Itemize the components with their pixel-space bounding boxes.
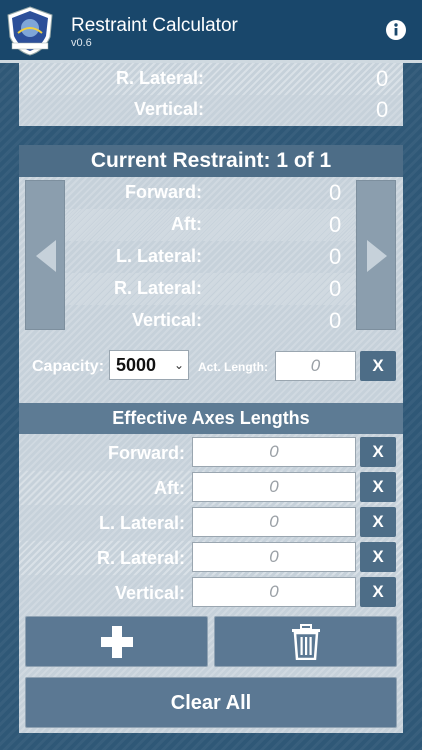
add-restraint-button[interactable] — [25, 616, 208, 667]
clear-all-label: Clear All — [170, 692, 252, 714]
act-length-clear-button[interactable]: X — [360, 351, 396, 381]
capacity-label: Capacity: — [32, 358, 105, 375]
trash-icon — [292, 624, 320, 660]
info-icon[interactable] — [386, 20, 406, 40]
current-restraint-panel: Current Restraint: 1 of 1 Forward: 0 Aft… — [19, 145, 403, 733]
axes-row-aft: Aft: 0 X — [19, 471, 403, 505]
effective-axes-header: Effective Axes Lengths — [19, 403, 403, 434]
app-title: Restraint Calculator — [71, 15, 238, 36]
axes-vertical-input[interactable]: 0 — [192, 577, 356, 607]
axes-r-lateral-input[interactable]: 0 — [192, 542, 356, 572]
axes-row-vertical: Vertical: 0 X — [19, 576, 403, 610]
axes-l-lateral-clear-button[interactable]: X — [360, 507, 396, 537]
current-row-l-lateral: L. Lateral: 0 — [115, 244, 342, 269]
axes-row-forward: Forward: 0 X — [19, 436, 403, 470]
clear-all-button[interactable]: Clear All — [25, 677, 397, 728]
summary-panel: R. Lateral: 0 Vertical: 0 — [19, 63, 403, 126]
current-row-vertical: Vertical: 0 — [131, 308, 342, 333]
plus-icon — [101, 626, 133, 658]
act-length-input[interactable]: 0 — [275, 351, 356, 381]
axes-vertical-clear-button[interactable]: X — [360, 577, 396, 607]
command-logo-icon — [7, 6, 53, 56]
app-version: v0.6 — [71, 37, 92, 49]
left-arrow-icon — [36, 240, 56, 272]
capacity-select[interactable]: 5000 ⌄ — [109, 350, 189, 380]
axes-l-lateral-input[interactable]: 0 — [192, 507, 356, 537]
chevron-down-icon: ⌄ — [173, 358, 184, 372]
axes-row-l-lateral: L. Lateral: 0 X — [19, 506, 403, 540]
axes-forward-clear-button[interactable]: X — [360, 437, 396, 467]
axes-forward-input[interactable]: 0 — [192, 437, 356, 467]
capacity-value: 5000 — [116, 355, 157, 375]
next-restraint-button[interactable] — [356, 180, 396, 330]
right-arrow-icon — [367, 240, 387, 272]
axes-aft-clear-button[interactable]: X — [360, 472, 396, 502]
previous-restraint-button[interactable] — [25, 180, 65, 330]
current-restraint-header: Current Restraint: 1 of 1 — [19, 145, 403, 177]
summary-row-r-lateral: R. Lateral: 0 — [19, 63, 403, 95]
axes-r-lateral-clear-button[interactable]: X — [360, 542, 396, 572]
current-row-forward: Forward: 0 — [124, 180, 342, 205]
axes-row-r-lateral: R. Lateral: 0 X — [19, 541, 403, 575]
app-bar: Restraint Calculator v0.6 — [0, 0, 422, 60]
act-length-label: Act. Length: — [198, 360, 268, 374]
axes-aft-input[interactable]: 0 — [192, 472, 356, 502]
delete-restraint-button[interactable] — [214, 616, 397, 667]
current-row-aft: Aft: 0 — [65, 209, 355, 241]
current-row-r-lateral: R. Lateral: 0 — [65, 273, 355, 305]
summary-row-vertical: Vertical: 0 — [133, 97, 389, 122]
